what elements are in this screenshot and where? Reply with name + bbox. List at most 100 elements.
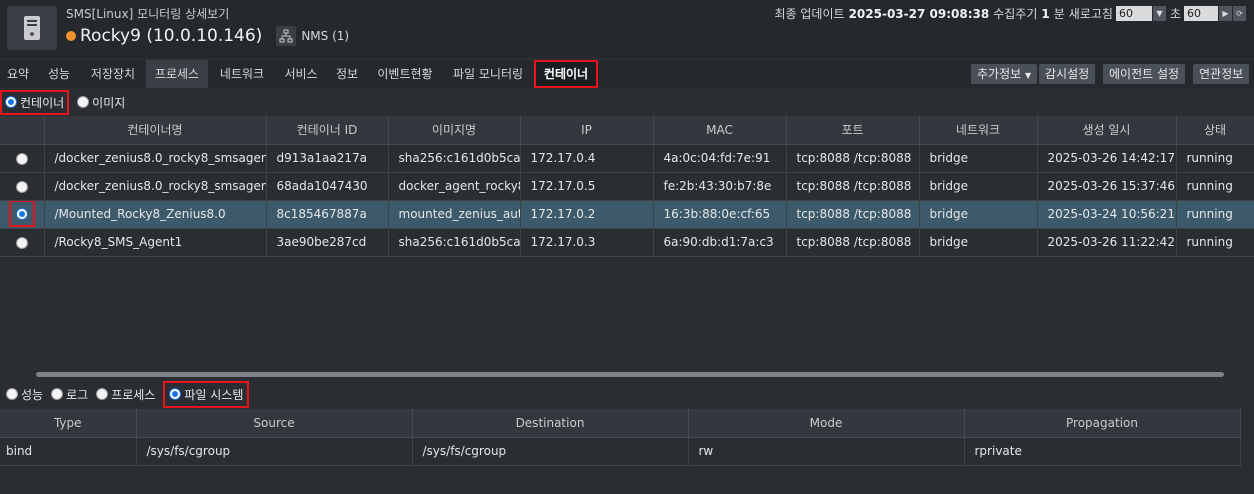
tab-container[interactable]: 컨테이너: [534, 60, 598, 88]
detail-tab-filesystem[interactable]: 파일 시스템: [163, 380, 250, 408]
header-cell[interactable]: Mode: [688, 409, 965, 438]
header-cell[interactable]: IP: [520, 116, 654, 145]
play-icon[interactable]: ▶: [1219, 6, 1232, 21]
tab-network[interactable]: 네트워크: [210, 60, 274, 88]
process-radio[interactable]: [96, 388, 109, 400]
scrollbar-thumb[interactable]: [36, 372, 1224, 377]
header-cell[interactable]: 컨테이너 ID: [266, 116, 389, 145]
chevron-down-icon: ▼: [1025, 71, 1032, 80]
subtab-container[interactable]: 컨테이너: [0, 89, 70, 115]
detail-tab-perf[interactable]: 성능: [6, 386, 43, 403]
header-cell[interactable]: 이미지명: [388, 116, 521, 145]
table-row[interactable]: bind /sys/fs/cgroup /sys/fs/cgroup rw rp…: [0, 437, 1241, 466]
update-label: 최종 업데이트: [774, 7, 845, 21]
table-cell: 2025-03-26 11:22:42: [1037, 228, 1177, 257]
header-cell[interactable]: 포트: [786, 116, 920, 145]
chevron-down-icon[interactable]: ▼: [1152, 6, 1166, 21]
row-radio[interactable]: [15, 236, 28, 249]
table-cell: 172.17.0.5: [520, 172, 654, 201]
watch-setting-button[interactable]: 감시설정: [1039, 64, 1096, 84]
header-bar: SMS[Linux] 모니터링 상세보기 Rocky9 (10.0.10.146…: [0, 0, 1254, 58]
container-radio[interactable]: [5, 96, 17, 108]
tab-storage[interactable]: 저장장치: [82, 60, 144, 88]
table-row-selected[interactable]: /Mounted_Rocky8_Zenius8.0 8c185467887a m…: [0, 200, 1254, 229]
table-cell: 4a:0c:04:fd:7e:91: [653, 144, 787, 173]
detail-tab-process[interactable]: 프로세스: [96, 386, 155, 403]
table-cell: running: [1176, 144, 1254, 173]
table-cell: tcp:8088 /tcp:8088: [786, 144, 920, 173]
table-cell: /docker_zenius8.0_rocky8_smsagent_01: [44, 144, 267, 173]
tab-event[interactable]: 이벤트현황: [368, 60, 442, 88]
filesystem-table-area[interactable]: Type Source Destination Mode Propagation…: [0, 409, 1254, 494]
fs-header-row: Type Source Destination Mode Propagation: [0, 409, 1241, 438]
row-select[interactable]: [0, 228, 45, 257]
seconds-label: 초: [1169, 7, 1181, 21]
row-select[interactable]: [0, 144, 45, 173]
refresh-select[interactable]: 60: [1115, 6, 1152, 21]
collect-value: 1: [1041, 6, 1050, 21]
tab-service[interactable]: 서비스: [276, 60, 326, 88]
detail-tab-log[interactable]: 로그: [51, 386, 88, 403]
refresh-label: 새로고침: [1068, 7, 1113, 21]
row-select[interactable]: [0, 172, 45, 201]
filesystem-radio[interactable]: [169, 388, 182, 400]
header-cell[interactable]: Destination: [412, 409, 689, 438]
nms-link[interactable]: NMS (1): [276, 26, 349, 46]
header-cell[interactable]: 상태: [1176, 116, 1254, 145]
table-cell: /sys/fs/cgroup: [412, 437, 689, 466]
perf-radio[interactable]: [6, 388, 18, 400]
tab-summary[interactable]: 요약: [0, 60, 36, 88]
row-select[interactable]: [0, 200, 45, 229]
table-cell: bridge: [919, 144, 1038, 173]
image-radio[interactable]: [77, 96, 90, 108]
container-table-area[interactable]: 컨테이너명 컨테이너 ID 이미지명 IP MAC 포트 네트워크 생성 일시 …: [0, 116, 1254, 372]
refresh-icon[interactable]: ⟳: [1233, 6, 1246, 21]
table-cell: bind: [0, 437, 137, 466]
header-cell[interactable]: 생성 일시: [1037, 116, 1177, 145]
tab-info[interactable]: 정보: [328, 60, 366, 88]
table-cell: d913a1aa217a: [266, 144, 389, 173]
header-cell[interactable]: 네트워크: [919, 116, 1038, 145]
table-cell: 2025-03-26 14:42:17: [1037, 144, 1177, 173]
table-row[interactable]: /Rocky8_SMS_Agent1 3ae90be287cd sha256:c…: [0, 228, 1254, 257]
detail-subtabs: 성능 로그 프로세스 파일 시스템: [0, 380, 257, 408]
detail-tab-process-label: 프로세스: [111, 387, 156, 402]
header-cell[interactable]: MAC: [653, 116, 787, 145]
row-radio[interactable]: [15, 208, 28, 220]
table-cell: docker_agent_rocky8: [388, 172, 521, 201]
collect-label: 수집주기: [993, 7, 1038, 21]
extra-info-button[interactable]: 추가정보 ▼: [971, 64, 1038, 84]
agent-setting-button[interactable]: 에이전트 설정: [1103, 64, 1186, 84]
header-cell[interactable]: Type: [0, 409, 137, 438]
log-radio[interactable]: [51, 388, 64, 400]
table-cell: rprivate: [964, 437, 1241, 466]
table-cell: 8c185467887a: [266, 200, 389, 229]
table-cell: sha256:c161d0b5ca08643: [388, 144, 521, 173]
tab-process[interactable]: 프로세스: [146, 60, 208, 88]
detail-tab-log-label: 로그: [66, 387, 89, 402]
seconds-input[interactable]: 60: [1184, 6, 1218, 21]
header-select: [0, 116, 45, 145]
table-cell: /Mounted_Rocky8_Zenius8.0: [44, 200, 267, 229]
table-cell: 172.17.0.4: [520, 144, 654, 173]
table-row[interactable]: /docker_zenius8.0_rocky8_smsagent_01 d91…: [0, 144, 1254, 173]
table-row[interactable]: /docker_zenius8.0_rocky8_smsagent_02 68a…: [0, 172, 1254, 201]
update-time: 2025-03-27 09:08:38: [848, 6, 990, 21]
detail-tab-perf-label: 성능: [21, 387, 44, 402]
subtab-container-label: 컨테이너: [20, 95, 65, 110]
row-radio[interactable]: [15, 180, 28, 193]
header-cell[interactable]: Propagation: [964, 409, 1241, 438]
tab-file-monitoring[interactable]: 파일 모니터링: [444, 60, 532, 88]
related-info-button[interactable]: 연관정보: [1193, 64, 1250, 84]
table-cell: rw: [688, 437, 965, 466]
header-cell[interactable]: Source: [136, 409, 413, 438]
table-cell: 68ada1047430: [266, 172, 389, 201]
row-radio[interactable]: [15, 152, 28, 165]
subtab-image[interactable]: 이미지: [77, 94, 125, 111]
table-cell: bridge: [919, 228, 1038, 257]
table-cell: /Rocky8_SMS_Agent1: [44, 228, 267, 257]
table-cell: 16:3b:88:0e:cf:65: [653, 200, 787, 229]
header-cell[interactable]: 컨테이너명: [44, 116, 267, 145]
tab-performance[interactable]: 성능: [38, 60, 80, 88]
table-cell: running: [1176, 200, 1254, 229]
